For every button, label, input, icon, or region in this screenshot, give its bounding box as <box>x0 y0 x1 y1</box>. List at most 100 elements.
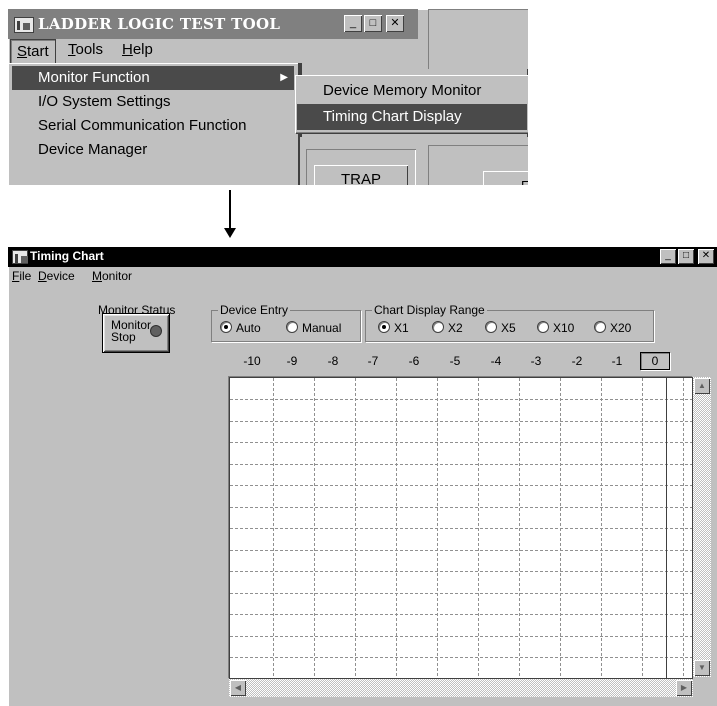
radio-dot-icon <box>594 321 606 333</box>
ladder-logic-test-tool-window: LADDER LOGIC TEST TOOL _ □ ✕ Start Tools… <box>8 9 528 185</box>
tick-label-minus-8: -8 <box>327 354 339 368</box>
arrow-down-icon <box>224 228 236 238</box>
maximize-button[interactable]: □ <box>364 15 382 32</box>
maximize-button[interactable]: □ <box>678 249 694 264</box>
radio-auto[interactable]: Auto <box>220 321 261 335</box>
horizontal-scrollbar[interactable]: ◀ ▶ <box>229 679 693 697</box>
radio-label: X10 <box>553 321 575 335</box>
menu-item-label: Device Manager <box>38 141 148 158</box>
scroll-left-arrow-icon[interactable]: ◀ <box>230 680 246 696</box>
menu-start-mnemonic: S <box>17 43 28 60</box>
horizontal-grid-lines <box>230 399 692 658</box>
status-led-icon <box>151 326 161 336</box>
radio-label: Manual <box>302 321 342 335</box>
window-title: Timing Chart <box>30 249 104 263</box>
timing-chart-grid[interactable] <box>229 377 693 679</box>
submenu-arrow-icon: ▶ <box>280 72 288 83</box>
radio-x5[interactable]: X5 <box>485 321 516 335</box>
window-title: LADDER LOGIC TEST TOOL <box>38 15 281 33</box>
trap-button[interactable]: TRAP <box>314 165 408 185</box>
menu-file-label: ile <box>19 269 32 283</box>
minimize-button[interactable]: _ <box>660 249 676 264</box>
scroll-up-arrow-icon[interactable]: ▲ <box>694 378 710 394</box>
close-button[interactable]: ✕ <box>698 249 714 264</box>
scroll-down-arrow-icon[interactable]: ▼ <box>694 660 710 676</box>
tick-label-minus-9: -9 <box>286 354 298 368</box>
radio-label: Auto <box>236 321 261 335</box>
menu-item-timing-chart-display[interactable]: Timing Chart Display <box>297 104 527 130</box>
menu-bar: Start Tools Help <box>8 39 418 65</box>
tick-label-minus-7: -7 <box>367 354 379 368</box>
menu-tools[interactable]: Tools <box>68 41 103 58</box>
menu-item-device-manager[interactable]: Device Manager <box>12 138 294 162</box>
tick-label-minus-4: -4 <box>490 354 502 368</box>
radio-manual[interactable]: Manual <box>286 321 341 335</box>
tick-label-minus-10: -10 <box>243 354 261 368</box>
start-dropdown-menu: Monitor Function ▶ I/O System Settings S… <box>8 63 302 185</box>
menu-start[interactable]: Start <box>10 39 56 65</box>
right-panel <box>428 9 528 69</box>
device-entry-group: Device Entry Auto Manual <box>211 303 361 342</box>
menu-item-label: I/O System Settings <box>38 93 171 110</box>
menu-item-label: Timing Chart Display <box>323 108 462 125</box>
menu-item-io-system-settings[interactable]: I/O System Settings <box>12 90 294 114</box>
menu-monitor-mnemonic: M <box>92 269 102 283</box>
monitor-stop-label: Monitor Stop <box>111 319 151 343</box>
menu-help-label: elp <box>132 41 153 58</box>
menu-monitor-label: onitor <box>102 269 133 283</box>
radio-dot-icon <box>432 321 444 333</box>
menu-start-label: tart <box>27 43 49 60</box>
tick-label-minus-1: -1 <box>611 354 623 368</box>
menu-item-label: Device Memory Monitor <box>323 82 482 99</box>
device-entry-label: Device Entry <box>218 303 291 317</box>
tick-label-minus-3: -3 <box>530 354 542 368</box>
radio-label: X1 <box>394 321 409 335</box>
radio-dot-icon <box>378 321 390 333</box>
radio-x1[interactable]: X1 <box>378 321 409 335</box>
menu-device[interactable]: Device <box>38 269 75 283</box>
app-icon <box>14 17 34 33</box>
menu-item-monitor-function[interactable]: Monitor Function ▶ <box>12 66 294 90</box>
radio-x10[interactable]: X10 <box>537 321 574 335</box>
radio-label: X5 <box>501 321 516 335</box>
monitor-stop-button[interactable]: Monitor Stop <box>102 313 170 353</box>
chart-display-range-label: Chart Display Range <box>372 303 487 317</box>
grid-lines <box>230 378 692 678</box>
radio-label: X2 <box>448 321 463 335</box>
menu-monitor[interactable]: Monitor <box>92 269 132 283</box>
close-button[interactable]: ✕ <box>386 15 404 32</box>
timing-chart-window: Timing Chart _ □ ✕ File Device Monitor M… <box>8 247 717 706</box>
chart-display-range-group: Chart Display Range X1 X2 X5 X10 X20 <box>365 303 654 342</box>
monitor-stop-line2: Stop <box>111 330 136 344</box>
menu-item-serial-communication[interactable]: Serial Communication Function <box>12 114 294 138</box>
menu-help-mnemonic: H <box>122 41 133 58</box>
radio-dot-icon <box>537 321 549 333</box>
menu-help[interactable]: Help <box>122 41 153 58</box>
monitor-function-submenu: Device Memory Monitor Timing Chart Displ… <box>295 75 528 133</box>
menu-device-mnemonic: D <box>38 269 47 283</box>
tick-label-minus-6: -6 <box>408 354 420 368</box>
menu-tools-mnemonic: T <box>68 41 76 58</box>
radio-x2[interactable]: X2 <box>432 321 463 335</box>
menu-item-label: Monitor Function <box>38 69 150 86</box>
menu-item-device-memory-monitor[interactable]: Device Memory Monitor <box>297 78 527 104</box>
menu-tools-label: ools <box>75 41 104 58</box>
tick-label-minus-5: -5 <box>449 354 461 368</box>
radio-dot-icon <box>485 321 497 333</box>
scroll-right-arrow-icon[interactable]: ▶ <box>676 680 692 696</box>
radio-label: X20 <box>610 321 632 335</box>
app-icon <box>12 250 28 264</box>
tick-label-zero: 0 <box>640 352 670 370</box>
flow-arrow-line <box>229 190 231 230</box>
radio-dot-icon <box>220 321 232 333</box>
minimize-button[interactable]: _ <box>344 15 362 32</box>
f-button[interactable]: F <box>483 171 528 185</box>
menu-device-label: evice <box>46 269 75 283</box>
vertical-scrollbar[interactable]: ▲ ▼ <box>693 377 711 677</box>
radio-x20[interactable]: X20 <box>594 321 631 335</box>
menu-item-label: Serial Communication Function <box>38 117 247 134</box>
title-bar: LADDER LOGIC TEST TOOL _ □ ✕ <box>8 9 418 39</box>
radio-dot-icon <box>286 321 298 333</box>
menu-file[interactable]: File <box>12 269 31 283</box>
title-bar: Timing Chart _ □ ✕ <box>8 247 717 267</box>
